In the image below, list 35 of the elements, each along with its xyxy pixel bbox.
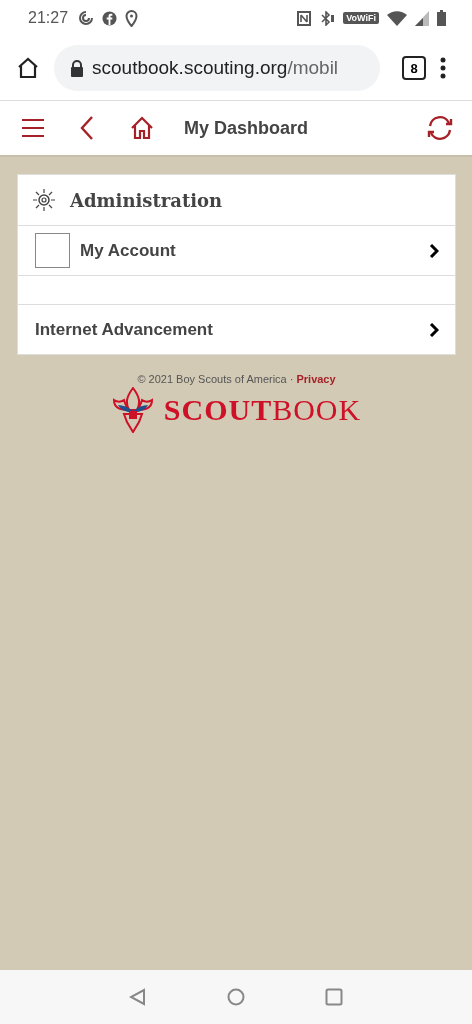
tab-count-button[interactable]: 8 [402, 56, 426, 80]
refresh-icon[interactable] [426, 115, 454, 141]
privacy-link[interactable]: Privacy [296, 373, 336, 385]
menu-item[interactable]: My Account [18, 226, 455, 276]
back-triangle-icon[interactable] [129, 988, 147, 1006]
bluetooth-icon [319, 10, 336, 26]
home-icon[interactable] [130, 116, 154, 140]
card-heading: Administration [70, 189, 223, 211]
facebook-icon [102, 10, 118, 26]
signal-icon [415, 10, 429, 26]
fleur-de-lis-icon [111, 387, 154, 433]
sun-icon [32, 188, 56, 212]
lock-icon [70, 59, 84, 77]
copyright-text: © 2021 Boy Scouts of America · [137, 373, 294, 385]
status-time: 21:27 [28, 9, 69, 27]
url-text: scoutbook.scouting.org/mobil [92, 57, 339, 79]
menu-icon[interactable] [22, 118, 44, 138]
home-icon[interactable] [16, 56, 40, 80]
avatar-placeholder [35, 233, 70, 268]
menu-item[interactable]: Internet Advancement [18, 305, 455, 354]
more-options-icon[interactable] [440, 57, 446, 79]
page-title: My Dashboard [184, 117, 309, 139]
chevron-right-icon [429, 322, 439, 337]
scoutbook-logo-text: SCOUTBOOK [163, 393, 362, 427]
sync-icon [78, 10, 95, 26]
recents-square-icon[interactable] [325, 988, 343, 1006]
wifi-calling-badge: VoWiFi [343, 12, 379, 24]
location-pin-icon [125, 9, 139, 27]
nfc-icon [297, 10, 312, 26]
address-bar[interactable]: scoutbook.scouting.org/mobil [54, 45, 380, 91]
chevron-right-icon [429, 243, 439, 258]
back-icon[interactable] [80, 116, 94, 140]
wifi-icon [387, 10, 407, 26]
battery-icon [437, 10, 446, 26]
home-circle-icon[interactable] [227, 988, 245, 1006]
